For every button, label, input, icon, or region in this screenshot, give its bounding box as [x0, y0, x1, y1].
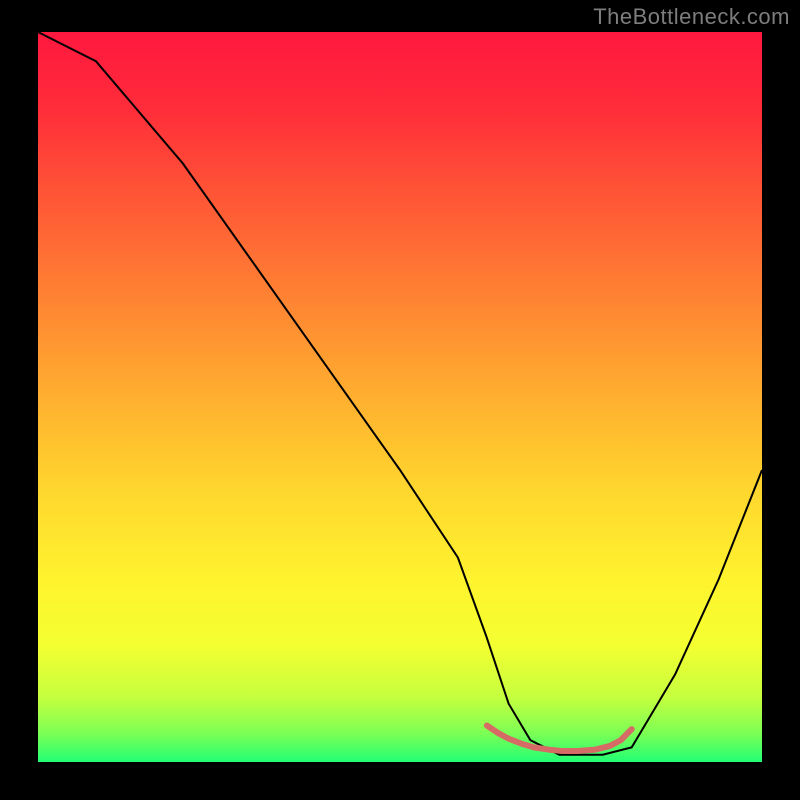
gradient-background — [38, 32, 762, 762]
chart-svg — [38, 32, 762, 762]
chart-frame: TheBottleneck.com — [0, 0, 800, 800]
attribution-label: TheBottleneck.com — [593, 4, 790, 30]
plot-area — [38, 32, 762, 762]
